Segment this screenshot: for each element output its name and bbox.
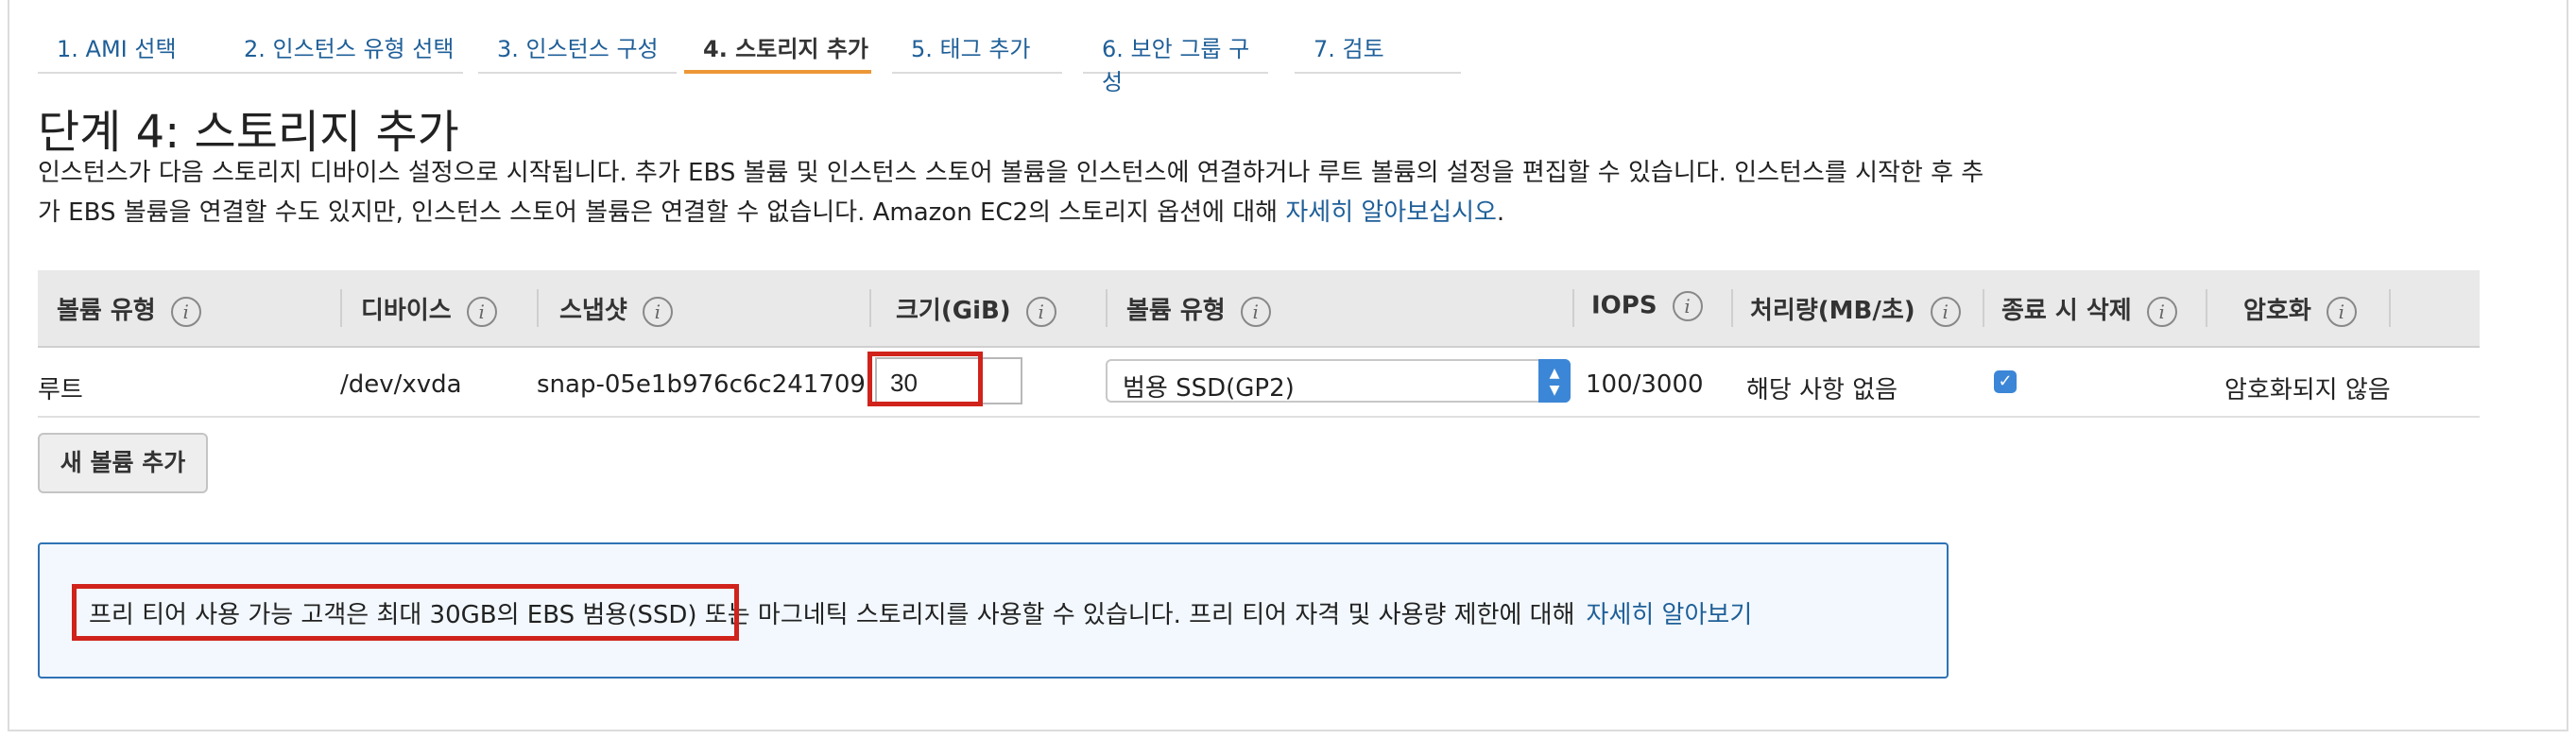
table-row: 루트 /dev/xvda snap-05e1b976c6c241709 30 범… (38, 348, 2480, 418)
learn-more-storage-link[interactable]: 자세히 알아보십시오 (1285, 198, 1497, 227)
header-volume-kind: 볼륨 유형 i (1126, 270, 1271, 346)
cell-snapshot: snap-05e1b976c6c241709 (537, 370, 866, 399)
page-title: 단계 4: 스토리지 추가 (38, 106, 459, 159)
tab-security-group[interactable]: 6. 보안 그룹 구성 (1083, 0, 1268, 95)
page-description: 인스턴스가 다음 스토리지 디바이스 설정으로 시작됩니다. 추가 EBS 볼륨… (38, 153, 1984, 232)
table-header: 볼륨 유형 i 디바이스 i 스냅샷 i 크기(GiB) i 볼륨 유형 i IOPS i … (38, 270, 2480, 348)
notice-highlight-box (72, 584, 739, 641)
info-icon[interactable]: i (466, 296, 497, 327)
free-tier-notice: 프리 티어 사용 가능 고객은 최대 30GB의 EBS 범용(SSD) 또는 … (38, 542, 1949, 679)
info-icon[interactable]: i (1672, 291, 1703, 321)
header-delete-on-termination: 종료 시 삭제 i (2001, 270, 2177, 346)
header-snapshot: 스냅샷 i (559, 270, 673, 346)
cell-volume-type: 루트 (38, 376, 83, 404)
cell-throughput: 해당 사항 없음 (1746, 376, 1898, 404)
tab-add-storage[interactable]: 4. 스토리지 추가 (684, 0, 871, 74)
info-icon[interactable]: i (2326, 296, 2357, 327)
header-volume-type: 볼륨 유형 i (57, 270, 201, 346)
info-icon[interactable]: i (1240, 296, 1271, 327)
tab-ami[interactable]: 1. AMI 선택 (38, 0, 225, 74)
info-icon[interactable]: i (1930, 296, 1961, 327)
description-text: 인스턴스가 다음 스토리지 디바이스 설정으로 시작됩니다. 추가 EBS 볼륨… (38, 159, 1984, 227)
tab-instance-type[interactable]: 2. 인스턴스 유형 선택 (225, 0, 463, 74)
column-divider (869, 289, 871, 327)
column-divider (2206, 289, 2207, 327)
column-divider (1731, 289, 1733, 327)
info-icon[interactable]: i (170, 296, 201, 327)
tab-add-tags[interactable]: 5. 태그 추가 (892, 0, 1062, 74)
description-end: . (1496, 198, 1505, 227)
info-icon[interactable]: i (642, 296, 673, 327)
header-encryption: 암호화 i (2243, 270, 2357, 346)
wizard-panel: 1. AMI 선택 2. 인스턴스 유형 선택 3. 인스턴스 구성 4. 스토… (8, 0, 2568, 731)
header-device: 디바이스 i (361, 270, 497, 346)
info-icon[interactable]: i (1025, 296, 1056, 327)
storage-table: 볼륨 유형 i 디바이스 i 스냅샷 i 크기(GiB) i 볼륨 유형 i IOPS i … (38, 270, 2480, 418)
delete-on-termination-checkbox[interactable]: ✓ (1994, 370, 2017, 393)
header-throughput: 처리량(MB/초) i (1750, 270, 1961, 346)
cell-iops: 100/3000 (1586, 370, 1704, 399)
info-icon[interactable]: i (2146, 296, 2177, 327)
volume-type-selected: 범용 SSD(GP2) (1123, 374, 1295, 403)
column-divider (537, 289, 539, 327)
tab-instance-config[interactable]: 3. 인스턴스 구성 (478, 0, 677, 74)
column-divider (340, 289, 342, 327)
column-divider (2389, 289, 2391, 327)
header-iops: IOPS i (1591, 270, 1703, 346)
cell-encryption: 암호화되지 않음 (2224, 376, 2391, 404)
header-size: 크기(GiB) i (896, 270, 1056, 346)
checkmark-icon: ✓ (1998, 371, 2013, 391)
size-highlight-box (867, 352, 983, 406)
chevron-updown-icon: ▲ ▼ (1538, 359, 1571, 403)
column-divider (1572, 289, 1574, 327)
cell-device: /dev/xvda (340, 370, 462, 399)
column-divider (1106, 289, 1108, 327)
free-tier-learn-more-link[interactable]: 자세히 알아보기 (1587, 601, 1753, 629)
volume-type-select[interactable]: 범용 SSD(GP2) ▲ ▼ (1106, 359, 1571, 403)
add-volume-button[interactable]: 새 볼륨 추가 (38, 433, 208, 493)
column-divider (1983, 289, 1984, 327)
tab-review[interactable]: 7. 검토 (1295, 0, 1461, 74)
